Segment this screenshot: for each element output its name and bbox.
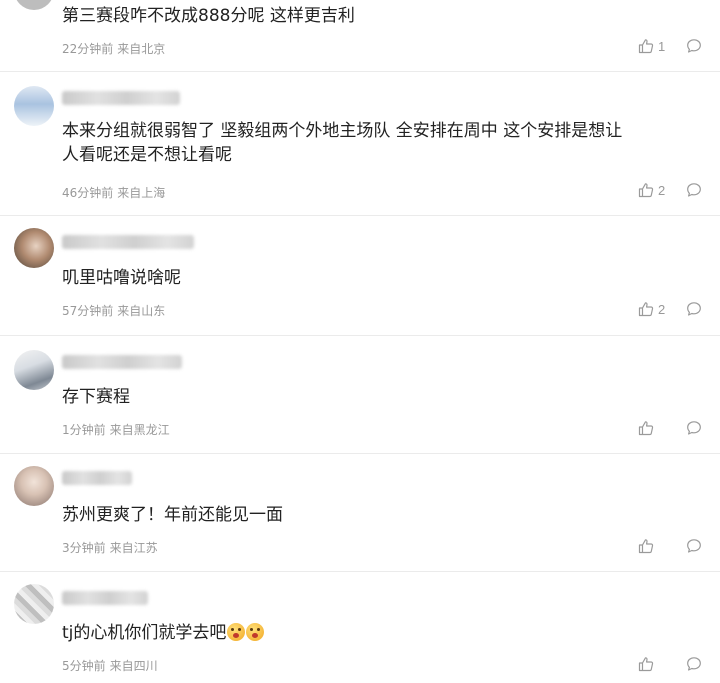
- comment-item: 苏州更爽了！年前还能见一面 3分钟前 来自江苏: [0, 454, 720, 572]
- username-blurred[interactable]: [62, 355, 182, 369]
- comment-time: 22分钟前: [62, 42, 114, 56]
- comment-location: 来自黑龙江: [109, 423, 170, 437]
- avatar[interactable]: [14, 0, 54, 10]
- comment-bubble-icon: [686, 182, 702, 198]
- like-count: 1: [658, 38, 666, 54]
- comment-text: tj的心机你们就学去吧: [62, 621, 630, 645]
- comment-location: 来自江苏: [109, 541, 158, 555]
- like-count: 2: [658, 182, 666, 198]
- comment-text: 本来分组就很弱智了 坚毅组两个外地主场队 全安排在周中 这个安排是想让人看呢还是…: [62, 121, 623, 165]
- thumbs-up-icon: [638, 38, 654, 54]
- like-button[interactable]: [638, 538, 666, 554]
- comment-actions: [638, 420, 702, 436]
- emoji-icon: [227, 623, 246, 641]
- comment-bubble-icon: [686, 301, 702, 317]
- comment-actions: [638, 538, 702, 554]
- comment-time: 1分钟前: [62, 423, 106, 437]
- avatar[interactable]: [14, 86, 54, 126]
- comment-bubble-icon: [686, 656, 702, 672]
- comment-meta: 46分钟前 来自上海: [62, 184, 165, 201]
- comment-text: 叽里咕噜说啥呢: [62, 268, 181, 288]
- comment-item: 存下赛程 1分钟前 来自黑龙江: [0, 336, 720, 454]
- thumbs-up-icon: [638, 656, 654, 672]
- comment-bubble-icon: [686, 538, 702, 554]
- comment-item: tj的心机你们就学去吧 5分钟前 来自四川: [0, 572, 720, 683]
- comment-location: 来自山东: [117, 304, 166, 318]
- reply-button[interactable]: [686, 182, 702, 198]
- comment-time: 57分钟前: [62, 304, 114, 318]
- comment-actions: 2: [638, 182, 702, 198]
- comment-actions: [638, 656, 702, 672]
- username-blurred[interactable]: [62, 91, 180, 105]
- avatar[interactable]: [14, 228, 54, 268]
- comment-item: 本来分组就很弱智了 坚毅组两个外地主场队 全安排在周中 这个安排是想让人看呢还是…: [0, 72, 720, 216]
- comment-text: 第三赛段咋不改成888分呢 这样更吉利: [62, 6, 355, 26]
- like-button[interactable]: 1: [638, 38, 666, 54]
- like-button[interactable]: [638, 656, 666, 672]
- comment-time: 46分钟前: [62, 186, 114, 200]
- comment-item: 叽里咕噜说啥呢 57分钟前 来自山东 2: [0, 216, 720, 336]
- comment-location: 来自上海: [117, 186, 166, 200]
- like-count: 2: [658, 301, 666, 317]
- comment-meta: 5分钟前 来自四川: [62, 657, 158, 674]
- like-button[interactable]: [638, 420, 666, 436]
- reply-button[interactable]: [686, 538, 702, 554]
- comment-meta: 22分钟前 来自北京: [62, 40, 165, 57]
- like-button[interactable]: 2: [638, 182, 666, 198]
- comment-location: 来自北京: [117, 42, 166, 56]
- avatar[interactable]: [14, 466, 54, 506]
- comment-bubble-icon: [686, 38, 702, 54]
- avatar[interactable]: [14, 584, 54, 624]
- like-button[interactable]: 2: [638, 301, 666, 317]
- comment-text: 存下赛程: [62, 387, 130, 407]
- emoji-icon: [246, 623, 265, 641]
- reply-button[interactable]: [686, 301, 702, 317]
- username-blurred[interactable]: [62, 235, 194, 249]
- comment-text-body: tj的心机你们就学去吧: [62, 623, 227, 643]
- thumbs-up-icon: [638, 538, 654, 554]
- comment-meta: 1分钟前 来自黑龙江: [62, 421, 170, 438]
- reply-button[interactable]: [686, 420, 702, 436]
- comment-actions: 2: [638, 301, 702, 317]
- thumbs-up-icon: [638, 301, 654, 317]
- username-blurred[interactable]: [62, 591, 148, 605]
- comment-item: 第三赛段咋不改成888分呢 这样更吉利 22分钟前 来自北京 1: [0, 0, 720, 72]
- comment-meta: 3分钟前 来自江苏: [62, 539, 158, 556]
- thumbs-up-icon: [638, 420, 654, 436]
- comment-bubble-icon: [686, 420, 702, 436]
- comment-time: 5分钟前: [62, 659, 106, 673]
- avatar[interactable]: [14, 350, 54, 390]
- comment-actions: 1: [638, 38, 702, 54]
- reply-button[interactable]: [686, 38, 702, 54]
- reply-button[interactable]: [686, 656, 702, 672]
- comment-text: 苏州更爽了！年前还能见一面: [62, 505, 283, 525]
- username-blurred[interactable]: [62, 471, 132, 485]
- comment-location: 来自四川: [109, 659, 158, 673]
- comment-meta: 57分钟前 来自山东: [62, 302, 165, 319]
- thumbs-up-icon: [638, 182, 654, 198]
- comment-time: 3分钟前: [62, 541, 106, 555]
